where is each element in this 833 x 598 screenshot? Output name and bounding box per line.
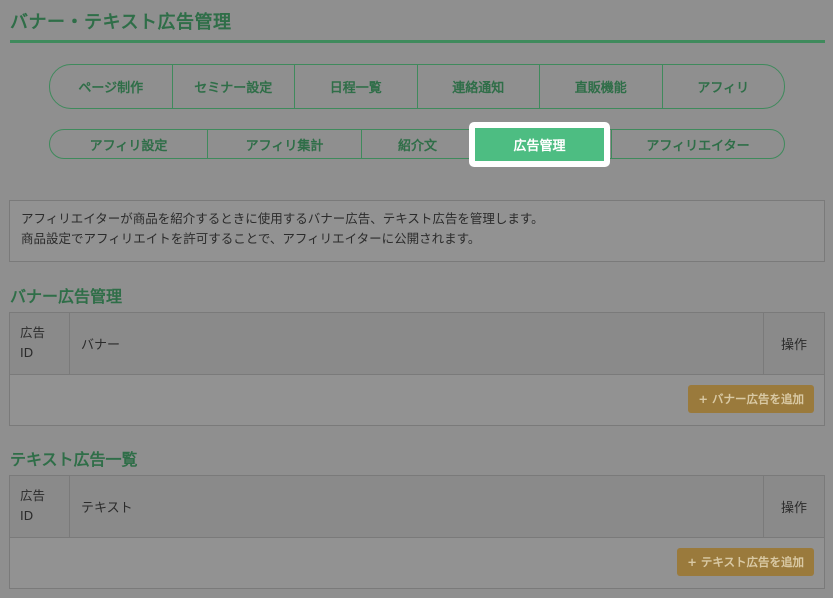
tab-affiliate-settings[interactable]: アフィリ設定 — [50, 130, 207, 158]
title-divider — [10, 40, 825, 43]
col-ad-id: 広告 ID — [10, 313, 70, 374]
tab-schedule-list[interactable]: 日程一覧 — [294, 65, 417, 108]
banner-ad-table: 広告 ID バナー 操作 + バナー広告を追加 — [9, 312, 825, 426]
tab-introduction-text[interactable]: 紹介文 — [361, 130, 473, 158]
banner-section-title: バナー広告管理 — [10, 287, 123, 306]
col-ad-id-line1: 広告 — [20, 488, 46, 503]
col-ad-id-line2: ID — [20, 345, 34, 360]
info-line-1: アフィリエイターが商品を紹介するときに使用するバナー広告、テキスト広告を管理しま… — [21, 211, 544, 226]
tab-seminar-settings[interactable]: セミナー設定 — [171, 65, 295, 108]
col-ad-id: 広告 ID — [10, 476, 70, 537]
text-section-title: テキスト広告一覧 — [10, 450, 138, 469]
main-nav-tabs: ページ制作 セミナー設定 日程一覧 連絡通知 直販機能 アフィリ — [49, 64, 785, 109]
tab-ad-management[interactable]: 広告管理 — [475, 128, 604, 161]
page-title: バナー・テキスト広告管理 — [10, 12, 232, 33]
info-line-2: 商品設定でアフィリエイトを許可することで、アフィリエイターに公開されます。 — [21, 231, 481, 246]
text-table-header: 広告 ID テキスト 操作 — [10, 476, 824, 538]
tab-notifications[interactable]: 連絡通知 — [416, 65, 540, 108]
banner-table-header: 広告 ID バナー 操作 — [10, 313, 824, 375]
col-text: テキスト — [81, 501, 133, 516]
col-ad-id-line2: ID — [20, 508, 34, 523]
add-banner-ad-button[interactable]: + バナー広告を追加 — [688, 385, 814, 413]
text-ad-table: 広告 ID テキスト 操作 + テキスト広告を追加 — [9, 475, 825, 589]
col-ad-id-line1: 広告 — [20, 325, 46, 340]
text-table-footer: + テキスト広告を追加 — [10, 538, 824, 588]
tab-page-production[interactable]: ページ制作 — [50, 65, 172, 108]
col-banner: バナー — [81, 338, 121, 353]
info-box: アフィリエイターが商品を紹介するときに使用するバナー広告、テキスト広告を管理しま… — [9, 200, 825, 262]
tab-direct-sales[interactable]: 直販機能 — [539, 65, 662, 108]
add-text-ad-button[interactable]: + テキスト広告を追加 — [677, 548, 814, 576]
tab-affiliators[interactable]: アフィリエイター — [611, 130, 784, 158]
sub-nav-tabs: アフィリ設定 アフィリ集計 紹介文 アフィリエイター — [49, 129, 785, 159]
tab-affiliate-stats[interactable]: アフィリ集計 — [207, 130, 361, 158]
tab-affiliate[interactable]: アフィリ — [661, 65, 785, 108]
col-action: 操作 — [763, 313, 824, 374]
banner-table-footer: + バナー広告を追加 — [10, 375, 824, 425]
col-action: 操作 — [763, 476, 824, 537]
tab-ad-management-highlight: 広告管理 — [469, 122, 610, 167]
